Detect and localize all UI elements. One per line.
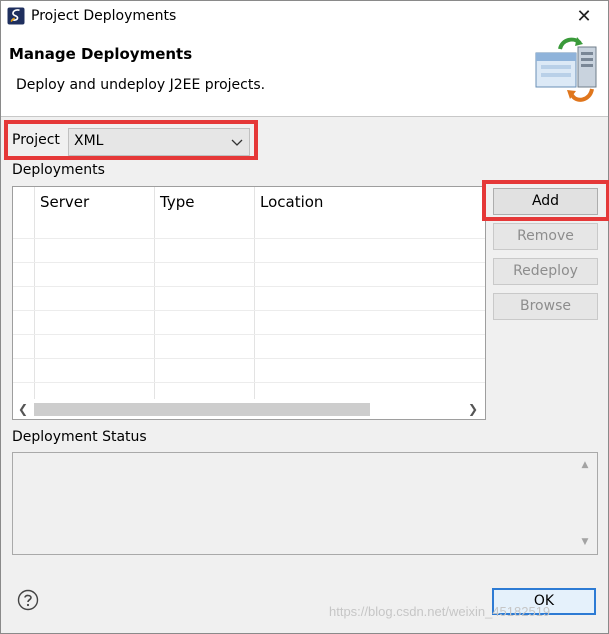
column-header-server[interactable]: Server bbox=[40, 193, 89, 211]
column-header-type[interactable]: Type bbox=[160, 193, 194, 211]
chevron-down-icon bbox=[231, 139, 243, 146]
scroll-down-icon[interactable]: ▼ bbox=[579, 536, 591, 548]
horizontal-scrollbar[interactable]: ❮ ❯ bbox=[13, 399, 485, 419]
remove-button[interactable]: Remove bbox=[493, 223, 598, 250]
help-icon[interactable] bbox=[17, 589, 39, 611]
project-select[interactable]: XML bbox=[68, 128, 250, 156]
deployment-status-label: Deployment Status bbox=[12, 429, 147, 445]
column-divider bbox=[34, 187, 35, 399]
ok-button[interactable]: OK bbox=[492, 588, 596, 615]
page-title: Manage Deployments bbox=[9, 45, 193, 63]
table-row-divider bbox=[13, 286, 485, 287]
column-divider bbox=[154, 187, 155, 399]
title-bar: Project Deployments ✕ bbox=[1, 1, 608, 33]
project-deployments-dialog: Project Deployments ✕ Manage Deployments… bbox=[0, 0, 609, 634]
scroll-left-icon[interactable]: ❮ bbox=[14, 400, 32, 418]
scroll-right-icon[interactable]: ❯ bbox=[464, 400, 482, 418]
column-divider bbox=[254, 187, 255, 399]
header-banner: Manage Deployments Deploy and undeploy J… bbox=[1, 33, 608, 117]
column-header-location[interactable]: Location bbox=[260, 193, 323, 211]
browse-button[interactable]: Browse bbox=[493, 293, 598, 320]
eclipse-app-icon bbox=[7, 7, 25, 25]
deployments-table[interactable]: Server Type Location ❮ ❯ bbox=[12, 186, 486, 420]
table-row-divider bbox=[13, 262, 485, 263]
close-icon[interactable]: ✕ bbox=[572, 5, 596, 29]
deploy-server-icon bbox=[535, 37, 597, 102]
table-row-divider bbox=[13, 358, 485, 359]
project-label: Project bbox=[12, 132, 60, 148]
table-row-divider bbox=[13, 310, 485, 311]
scroll-up-icon[interactable]: ▲ bbox=[579, 459, 591, 471]
window-title: Project Deployments bbox=[31, 8, 177, 24]
scrollbar-thumb[interactable] bbox=[34, 403, 370, 416]
deployment-status-area[interactable]: ▲ ▼ bbox=[12, 452, 598, 555]
table-row-divider bbox=[13, 238, 485, 239]
page-description: Deploy and undeploy J2EE projects. bbox=[16, 77, 266, 93]
deployments-label: Deployments bbox=[12, 162, 105, 178]
project-select-value: XML bbox=[74, 133, 104, 149]
table-row-divider bbox=[13, 334, 485, 335]
table-row-divider bbox=[13, 382, 485, 383]
redeploy-button[interactable]: Redeploy bbox=[493, 258, 598, 285]
add-button[interactable]: Add bbox=[493, 188, 598, 215]
